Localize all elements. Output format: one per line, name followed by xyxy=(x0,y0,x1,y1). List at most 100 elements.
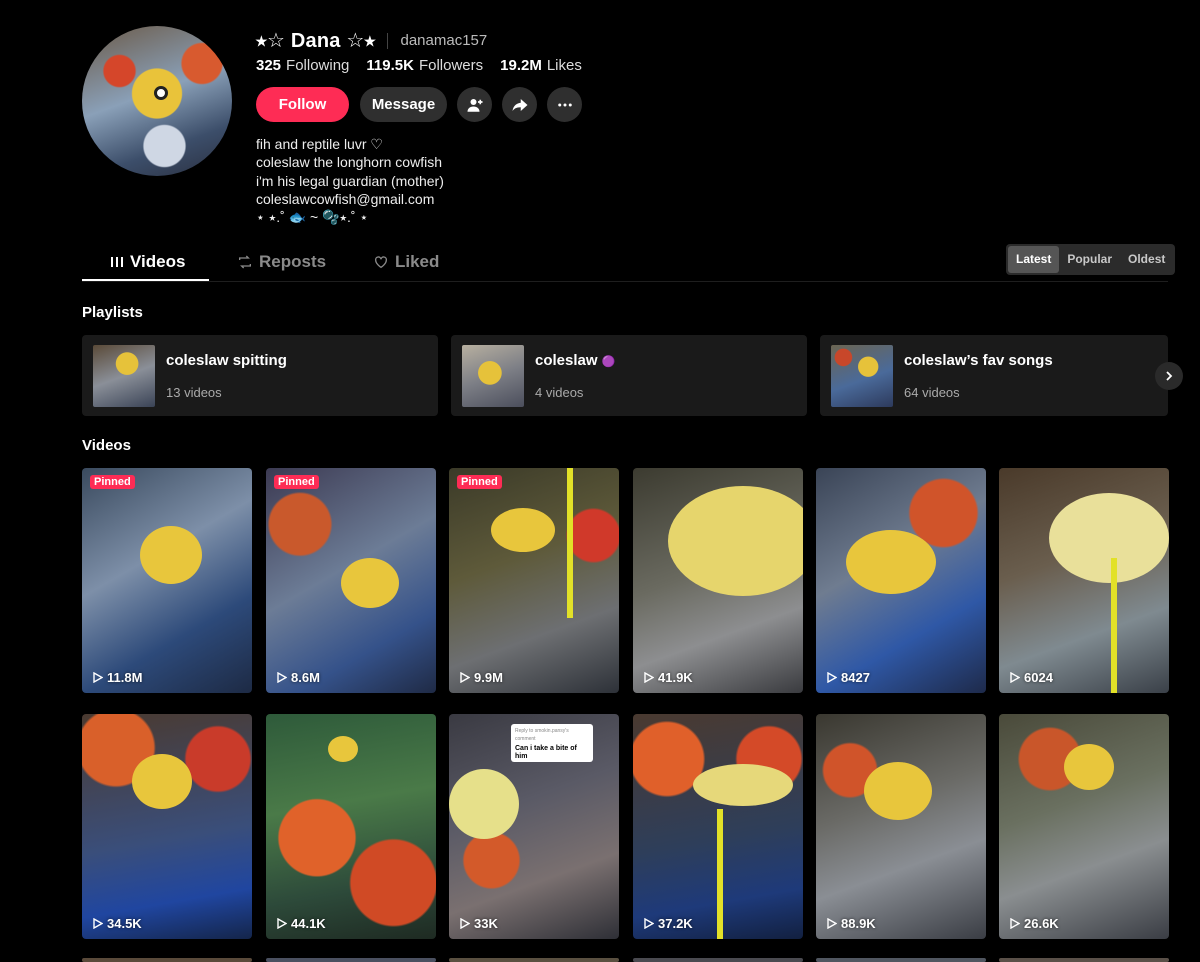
fish-shape xyxy=(132,754,192,809)
tab-videos[interactable]: Videos xyxy=(110,252,185,272)
profile-bio: fih and reptile luvr ♡ coleslaw the long… xyxy=(256,135,444,226)
play-icon xyxy=(1010,672,1020,683)
fish-shape xyxy=(449,769,519,839)
followers-stat[interactable]: 119.5K Followers xyxy=(366,57,483,74)
playlist-title-text: coleslaw xyxy=(535,352,598,369)
share-icon xyxy=(512,98,527,111)
comment-text: Can i take a bite of him xyxy=(515,745,577,760)
bio-line: ⋆ ⭑.˚ 🐟 ~ 🫧⭑.˚ ⋆ xyxy=(256,209,369,226)
view-count: 34.5K xyxy=(93,916,142,931)
fish-shape xyxy=(864,762,932,820)
name-divider xyxy=(387,32,389,49)
playlist-count: 4 videos xyxy=(535,385,584,400)
add-friend-icon xyxy=(467,98,482,112)
tab-videos-label: Videos xyxy=(130,252,186,271)
playlist-thumbnail xyxy=(462,345,524,407)
bio-line: i'm his legal guardian (mother) xyxy=(256,172,444,189)
more-icon xyxy=(557,103,572,106)
follow-button[interactable]: Follow xyxy=(256,87,349,122)
video-tile[interactable]: Pinned 8.6M xyxy=(266,468,436,693)
reply-comment-sticker: Reply to smokin.pansy's comment Can i ta… xyxy=(511,724,593,762)
video-tile[interactable]: Reply to smokin.pansy's comment Can i ta… xyxy=(449,714,619,939)
playlist-card[interactable]: coleslaw spitting 13 videos xyxy=(82,335,438,416)
play-icon xyxy=(93,918,103,929)
video-tile[interactable] xyxy=(82,958,252,962)
view-count-text: 34.5K xyxy=(107,916,142,931)
video-tile[interactable]: 8427 xyxy=(816,468,986,693)
videos-grid-icon xyxy=(111,257,123,267)
view-count-text: 6024 xyxy=(1024,670,1053,685)
view-count: 88.9K xyxy=(827,916,876,931)
video-tile[interactable]: Pinned 9.9M xyxy=(449,468,619,693)
playlists-next-button[interactable] xyxy=(1155,362,1183,390)
share-button[interactable] xyxy=(502,87,537,122)
avatar-fish-eye xyxy=(154,86,168,100)
fish-shape xyxy=(328,736,358,762)
video-tile[interactable]: 26.6K xyxy=(999,714,1169,939)
sort-oldest[interactable]: Oldest xyxy=(1120,246,1173,273)
video-tile[interactable]: 34.5K xyxy=(82,714,252,939)
video-tile[interactable] xyxy=(266,958,436,962)
bio-line: coleslaw the longhorn cowfish xyxy=(256,154,442,171)
likes-count: 19.2M xyxy=(500,57,542,74)
sort-popular[interactable]: Popular xyxy=(1059,246,1120,273)
sort-toggle: Latest Popular Oldest xyxy=(1006,244,1176,275)
play-icon xyxy=(277,918,287,929)
following-label: Following xyxy=(286,57,350,74)
fish-shape xyxy=(341,558,399,608)
profile-avatar[interactable] xyxy=(82,26,232,176)
play-icon xyxy=(1010,918,1020,929)
add-friend-button[interactable] xyxy=(457,87,492,122)
tab-liked[interactable]: Liked xyxy=(373,252,439,272)
likes-label: Likes xyxy=(546,57,582,74)
following-stat[interactable]: 325 Following xyxy=(256,57,349,74)
profile-actions: Follow Message xyxy=(256,87,592,122)
yellow-chain xyxy=(567,468,573,618)
video-tile[interactable] xyxy=(449,958,619,962)
followers-label: Followers xyxy=(418,57,484,74)
view-count-text: 33K xyxy=(474,916,498,931)
video-tile[interactable]: Pinned 11.8M xyxy=(82,468,252,693)
playlists-heading: Playlists xyxy=(82,304,143,321)
playlist-title: coleslaw 🟣 xyxy=(535,352,615,369)
fish-shape xyxy=(1049,493,1169,583)
video-tile[interactable] xyxy=(816,958,986,962)
play-icon xyxy=(460,672,470,683)
view-count-text: 88.9K xyxy=(841,916,876,931)
likes-stat: 19.2M Likes xyxy=(500,57,582,74)
fish-shape xyxy=(1064,744,1114,790)
video-tile[interactable]: 41.9K xyxy=(633,468,803,693)
play-icon xyxy=(93,672,103,683)
video-tile[interactable] xyxy=(633,958,803,962)
bio-line: fih and reptile luvr ♡ xyxy=(256,136,383,152)
pinned-badge: Pinned xyxy=(90,475,135,489)
message-button[interactable]: Message xyxy=(360,87,447,122)
play-icon xyxy=(827,672,837,683)
more-button[interactable] xyxy=(547,87,582,122)
videos-heading: Videos xyxy=(82,437,131,454)
playlist-title: coleslaw’s fav songs xyxy=(904,352,1053,369)
pinned-badge: Pinned xyxy=(457,475,502,489)
view-count: 33K xyxy=(460,916,498,931)
playlist-card[interactable]: coleslaw 🟣 4 videos xyxy=(451,335,807,416)
tab-reposts[interactable]: Reposts xyxy=(237,252,326,272)
video-tile[interactable]: 6024 xyxy=(999,468,1169,693)
playlist-card[interactable]: coleslaw’s fav songs 64 videos xyxy=(820,335,1168,416)
bio-line: coleslawcowfish@gmail.com xyxy=(256,190,435,207)
view-count-text: 37.2K xyxy=(658,916,693,931)
video-tile[interactable]: 44.1K xyxy=(266,714,436,939)
yellow-chain xyxy=(717,809,723,939)
view-count: 11.8M xyxy=(93,670,142,685)
video-tile[interactable]: 88.9K xyxy=(816,714,986,939)
view-count: 44.1K xyxy=(277,916,326,931)
tab-liked-label: Liked xyxy=(395,252,440,271)
view-count-text: 41.9K xyxy=(658,670,693,685)
view-count-text: 8.6M xyxy=(291,670,320,685)
sort-latest[interactable]: Latest xyxy=(1008,246,1060,273)
playlist-badge: 🟣 xyxy=(601,356,616,368)
video-tile[interactable]: 37.2K xyxy=(633,714,803,939)
view-count-text: 44.1K xyxy=(291,916,326,931)
video-tile[interactable] xyxy=(999,958,1169,962)
view-count: 8.6M xyxy=(277,670,320,685)
chevron-right-icon xyxy=(1166,371,1173,381)
